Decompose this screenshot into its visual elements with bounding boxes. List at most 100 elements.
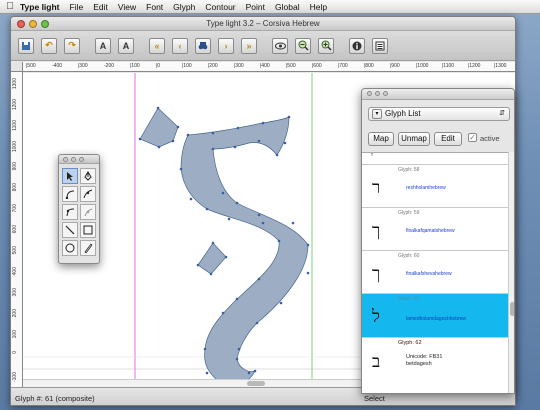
zoom-out-icon bbox=[298, 40, 309, 51]
panel-minimize-icon[interactable] bbox=[375, 91, 380, 96]
knife-tool[interactable] bbox=[80, 240, 96, 256]
ruler-tick-label: 600 bbox=[12, 225, 18, 234]
palette-close-icon[interactable] bbox=[63, 157, 68, 162]
list-item[interactable]: ְ bbox=[362, 153, 508, 165]
glyph-preview: ל bbox=[372, 307, 380, 327]
menu-glyph[interactable]: Glyph bbox=[173, 2, 195, 12]
corner-curve-icon bbox=[66, 208, 75, 217]
horizontal-ruler: |500 -400 |300 -200 |100 |0 |100 |200 |300 |400 |5… bbox=[23, 62, 515, 72]
ellipse-tool[interactable] bbox=[62, 240, 78, 256]
undo-icon: ↶ bbox=[45, 40, 53, 50]
ruler-tick-label: |1100 bbox=[442, 63, 455, 69]
menu-view[interactable]: View bbox=[118, 2, 136, 12]
next-glyph-button[interactable]: › bbox=[218, 37, 234, 54]
glyph-unicode: Unicode: FB31 bbox=[406, 354, 443, 360]
toolbar: ↶ ↷ A A « ‹ › » bbox=[11, 31, 515, 61]
menu-edit[interactable]: Edit bbox=[93, 2, 108, 12]
ruler-tick-label: |400 bbox=[260, 63, 270, 69]
menu-point[interactable]: Point bbox=[246, 2, 265, 12]
next-glyph-icon: › bbox=[224, 40, 228, 51]
select-tool[interactable] bbox=[62, 168, 78, 184]
minimize-window-icon[interactable] bbox=[29, 20, 37, 28]
smooth-curve-tool[interactable] bbox=[80, 186, 96, 202]
glyph-preview: ך bbox=[372, 221, 381, 241]
window-title: Type light 3.2 – Corsiva Hebrew bbox=[206, 19, 320, 28]
apple-menu-icon[interactable]:  bbox=[0, 1, 20, 12]
glyph-list-button[interactable] bbox=[372, 37, 388, 54]
rectangle-tool[interactable] bbox=[80, 222, 96, 238]
palette-minimize-icon[interactable] bbox=[71, 157, 76, 162]
first-glyph-button[interactable]: « bbox=[149, 37, 165, 54]
desktop:  Type light File Edit View Font Glyph C… bbox=[0, 0, 540, 410]
panel-close-icon[interactable] bbox=[367, 91, 372, 96]
glyph-number: Glyph: 58 bbox=[398, 167, 420, 173]
ruler-tick-label: 500 bbox=[12, 246, 18, 255]
close-window-icon[interactable] bbox=[17, 20, 25, 28]
glyph-number: Glyph: 62 bbox=[398, 340, 422, 346]
ruler-tick-label: 200 bbox=[12, 309, 18, 318]
ruler-tick-label: |600 bbox=[312, 63, 322, 69]
tangent-point-tool[interactable] bbox=[80, 204, 96, 220]
ruler-tick-label: 1300 bbox=[12, 78, 18, 90]
redo-button[interactable]: ↷ bbox=[64, 37, 80, 54]
binoculars-icon bbox=[198, 41, 208, 49]
menu-file[interactable]: File bbox=[70, 2, 84, 12]
preview-button[interactable] bbox=[272, 37, 288, 54]
corner-point-tool[interactable] bbox=[62, 204, 78, 220]
rectangle-icon bbox=[83, 225, 93, 235]
panel-zoom-icon[interactable] bbox=[383, 91, 388, 96]
ruler-tick-label: |500 bbox=[286, 63, 296, 69]
list-icon bbox=[375, 41, 385, 50]
info-button[interactable] bbox=[349, 37, 365, 54]
ruler-tick-label: |100 bbox=[182, 63, 192, 69]
list-item[interactable]: Glyph: 62 ב Unicode: FB31 betdagesh bbox=[362, 338, 508, 393]
zoom-in-button[interactable] bbox=[318, 37, 334, 54]
undo-button[interactable]: ↶ bbox=[41, 37, 57, 54]
line-icon bbox=[65, 225, 75, 235]
glyph-number: Glyph: 59 bbox=[398, 210, 420, 216]
glyph-name: betdagesh bbox=[406, 361, 432, 367]
list-item-selected[interactable]: Glyph: 61 ל lamedholamdageshhebrew bbox=[362, 294, 508, 338]
menu-help[interactable]: Help bbox=[310, 2, 327, 12]
menu-font[interactable]: Font bbox=[146, 2, 163, 12]
ruler-tick-label: |100 bbox=[130, 63, 140, 69]
eye-icon bbox=[274, 42, 286, 49]
active-checkbox[interactable]: ✓ bbox=[468, 133, 477, 142]
find-glyph-button[interactable] bbox=[195, 37, 211, 54]
last-glyph-button[interactable]: » bbox=[241, 37, 257, 54]
ruler-tick-label: |1300 bbox=[494, 63, 507, 69]
add-point-button[interactable]: A bbox=[95, 37, 111, 54]
line-tool[interactable] bbox=[62, 222, 78, 238]
previous-glyph-button[interactable]: ‹ bbox=[172, 37, 188, 54]
app-menu[interactable]: Type light bbox=[20, 2, 60, 12]
edit-button[interactable]: Edit bbox=[434, 132, 462, 146]
palette-zoom-icon[interactable] bbox=[79, 157, 84, 162]
tool-palette-titlebar[interactable] bbox=[59, 155, 99, 164]
lamed-glyph-shape[interactable] bbox=[139, 107, 309, 386]
pen-tool[interactable] bbox=[80, 168, 96, 184]
glyph-list-selector[interactable]: ▾ Glyph List ⇵ bbox=[368, 107, 510, 121]
glyph-list-scrollbar[interactable] bbox=[508, 152, 514, 393]
glyph-list-scroll-thumb[interactable] bbox=[510, 302, 514, 316]
list-item[interactable]: Glyph: 58 ר reshholamhebrew bbox=[362, 165, 508, 208]
ruler-tick-label: -200 bbox=[104, 63, 115, 69]
tool-palette bbox=[58, 154, 100, 264]
horizontal-scroll-thumb[interactable] bbox=[247, 381, 265, 386]
menu-contour[interactable]: Contour bbox=[205, 2, 235, 12]
zoom-out-button[interactable] bbox=[295, 37, 311, 54]
zoom-window-icon[interactable] bbox=[41, 20, 49, 28]
glyph-number: Glyph: 61 bbox=[398, 296, 420, 302]
unmap-button[interactable]: Unmap bbox=[398, 132, 430, 146]
glyph-list[interactable]: ְ Glyph: 58 ר reshholamhebrew Glyph: 59 … bbox=[362, 152, 508, 393]
ruler-tick-label: -400 bbox=[52, 63, 63, 69]
map-button[interactable]: Map bbox=[368, 132, 394, 146]
save-button[interactable] bbox=[18, 37, 34, 54]
glyph-list-titlebar[interactable] bbox=[362, 89, 514, 100]
save-icon bbox=[22, 41, 30, 50]
curve-point-tool[interactable] bbox=[62, 186, 78, 202]
list-item[interactable]: Glyph: 60 ך finalkafshevahebrew bbox=[362, 251, 508, 294]
menu-global[interactable]: Global bbox=[275, 2, 300, 12]
last-glyph-icon: » bbox=[246, 40, 252, 51]
add-guide-button[interactable]: A bbox=[118, 37, 134, 54]
list-item[interactable]: Glyph: 59 ך finalkafqamatshebrew bbox=[362, 208, 508, 251]
